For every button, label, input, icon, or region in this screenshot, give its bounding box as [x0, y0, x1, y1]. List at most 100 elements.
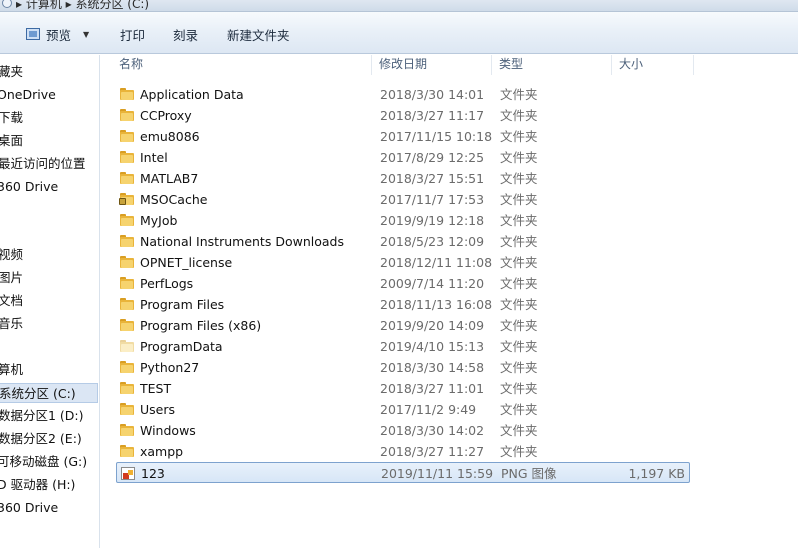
column-divider[interactable] — [611, 55, 612, 75]
column-divider[interactable] — [371, 55, 372, 75]
file-date: 2018/3/27 11:27 — [380, 444, 485, 459]
folder-icon — [120, 319, 134, 331]
file-name: OPNET_license — [140, 255, 233, 270]
file-date: 2019/4/10 15:13 — [380, 339, 485, 354]
file-row[interactable]: PerfLogs 2009/7/14 11:20 文件夹 — [116, 273, 690, 294]
column-divider[interactable] — [693, 55, 694, 75]
column-header-date[interactable]: 修改日期 — [379, 55, 427, 75]
preview-button[interactable]: 预览 ▼ — [26, 25, 89, 43]
nav-item-computer[interactable]: 算机 — [0, 360, 23, 380]
nav-item-onedrive[interactable]: OneDrive — [0, 85, 56, 105]
nav-item-favorites[interactable]: 藏夹 — [0, 62, 23, 82]
folder-icon — [120, 235, 134, 247]
navigation-pane[interactable]: 藏夹 OneDrive 下载 桌面 最近访问的位置 360 Drive 视频 图… — [0, 55, 100, 548]
nav-item-desktop[interactable]: 桌面 — [0, 131, 23, 151]
preview-label: 预览 — [46, 27, 72, 43]
file-name: Program Files (x86) — [140, 318, 262, 333]
file-row[interactable]: Application Data 2018/3/30 14:01 文件夹 — [116, 84, 690, 105]
file-row[interactable]: xampp 2018/3/27 11:27 文件夹 — [116, 441, 690, 462]
file-date: 2017/8/29 12:25 — [380, 150, 485, 165]
file-date: 2018/3/27 11:17 — [380, 108, 485, 123]
column-divider[interactable] — [491, 55, 492, 75]
file-name: MyJob — [140, 213, 178, 228]
burn-button[interactable]: 刻录 — [173, 25, 198, 43]
back-arrow-icon[interactable] — [2, 0, 12, 8]
file-row[interactable]: Users 2017/11/2 9:49 文件夹 — [116, 399, 690, 420]
column-header-size[interactable]: 大小 — [619, 55, 643, 75]
file-size: 1,197 KB — [628, 466, 685, 481]
nav-item-downloads[interactable]: 下载 — [0, 108, 23, 128]
folder-icon — [120, 256, 134, 268]
file-type: 文件夹 — [500, 108, 538, 123]
file-date: 2018/5/23 12:09 — [380, 234, 485, 249]
nav-item-data-partition-e[interactable]: 数据分区2 (E:) — [0, 429, 82, 449]
column-header-name[interactable]: 名称 — [119, 55, 143, 75]
file-name: National Instruments Downloads — [140, 234, 344, 249]
file-row[interactable]: National Instruments Downloads 2018/5/23… — [116, 231, 690, 252]
new-folder-button[interactable]: 新建文件夹 — [227, 25, 290, 43]
file-row[interactable]: CCProxy 2018/3/27 11:17 文件夹 — [116, 105, 690, 126]
nav-item-videos[interactable]: 视频 — [0, 245, 23, 265]
file-row[interactable]: TEST 2018/3/27 11:01 文件夹 — [116, 378, 690, 399]
nav-item-documents[interactable]: 文档 — [0, 291, 23, 311]
file-type: 文件夹 — [500, 318, 538, 333]
file-date: 2019/9/19 12:18 — [380, 213, 485, 228]
file-row[interactable]: emu8086 2017/11/15 10:18 文件夹 — [116, 126, 690, 147]
file-row[interactable]: Windows 2018/3/30 14:02 文件夹 — [116, 420, 690, 441]
file-type: 文件夹 — [500, 255, 538, 270]
chevron-down-icon[interactable]: ▼ — [83, 30, 89, 39]
file-name: CCProxy — [140, 108, 192, 123]
file-row[interactable]: MyJob 2019/9/19 12:18 文件夹 — [116, 210, 690, 231]
file-row[interactable]: Program Files 2018/11/13 16:08 文件夹 — [116, 294, 690, 315]
nav-item-music[interactable]: 音乐 — [0, 314, 23, 334]
file-type: 文件夹 — [500, 192, 538, 207]
nav-item-data-partition-d[interactable]: 数据分区1 (D:) — [0, 406, 84, 426]
file-row[interactable]: OPNET_license 2018/12/11 11:08 文件夹 — [116, 252, 690, 273]
file-name: emu8086 — [140, 129, 200, 144]
nav-item-360-drive[interactable]: 360 Drive — [0, 177, 58, 197]
file-name: xampp — [140, 444, 184, 459]
file-date: 2018/3/30 14:02 — [380, 423, 485, 438]
nav-item-system-partition-c[interactable]: 系统分区 (C:) — [0, 383, 98, 403]
nav-item-recent-places[interactable]: 最近访问的位置 — [0, 154, 86, 174]
file-row[interactable]: Program Files (x86) 2019/9/20 14:09 文件夹 — [116, 315, 690, 336]
file-name: TEST — [140, 381, 172, 396]
nav-item-drive-h[interactable]: D 驱动器 (H:) — [0, 475, 75, 495]
file-row[interactable]: MATLAB7 2018/3/27 15:51 文件夹 — [116, 168, 690, 189]
file-date: 2018/11/13 16:08 — [380, 297, 493, 312]
preview-icon — [26, 28, 40, 40]
breadcrumb[interactable]: ▸ 计算机 ▸ 系统分区 (C:) — [16, 0, 149, 11]
file-row-selected[interactable]: 123 2019/11/11 15:59 PNG 图像 1,197 KB — [116, 462, 690, 483]
folder-icon — [120, 151, 134, 163]
file-date: 2009/7/14 11:20 — [380, 276, 485, 291]
nav-item-pictures[interactable]: 图片 — [0, 268, 23, 288]
folder-icon — [120, 361, 134, 373]
column-header-type[interactable]: 类型 — [499, 55, 523, 75]
file-name: MATLAB7 — [140, 171, 199, 186]
file-date: 2019/9/20 14:09 — [380, 318, 485, 333]
nav-item-360-drive-2[interactable]: 360 Drive — [0, 498, 58, 518]
column-header-bar: 名称 修改日期 类型 大小 — [101, 55, 798, 75]
file-date: 2018/3/30 14:58 — [380, 360, 485, 375]
file-type: PNG 图像 — [501, 466, 557, 481]
folder-icon — [120, 403, 134, 415]
file-row[interactable]: Intel 2017/8/29 12:25 文件夹 — [116, 147, 690, 168]
folder-icon — [120, 88, 134, 100]
file-type: 文件夹 — [500, 360, 538, 375]
file-date: 2017/11/7 17:53 — [380, 192, 485, 207]
file-row[interactable]: MSOCache 2017/11/7 17:53 文件夹 — [116, 189, 690, 210]
file-type: 文件夹 — [500, 234, 538, 249]
file-type: 文件夹 — [500, 276, 538, 291]
file-date: 2018/3/27 11:01 — [380, 381, 485, 396]
file-row[interactable]: ProgramData 2019/4/10 15:13 文件夹 — [116, 336, 690, 357]
file-name: 123 — [141, 466, 165, 481]
address-bar[interactable]: ▸ 计算机 ▸ 系统分区 (C:) — [0, 0, 798, 12]
file-type: 文件夹 — [500, 129, 538, 144]
file-date: 2019/11/11 15:59 — [381, 466, 494, 481]
file-type: 文件夹 — [500, 87, 538, 102]
file-date: 2017/11/15 10:18 — [380, 129, 493, 144]
file-row[interactable]: Python27 2018/3/30 14:58 文件夹 — [116, 357, 690, 378]
nav-item-removable-disk-g[interactable]: 可移动磁盘 (G:) — [0, 452, 87, 472]
file-name: ProgramData — [140, 339, 223, 354]
print-button[interactable]: 打印 — [120, 25, 145, 43]
